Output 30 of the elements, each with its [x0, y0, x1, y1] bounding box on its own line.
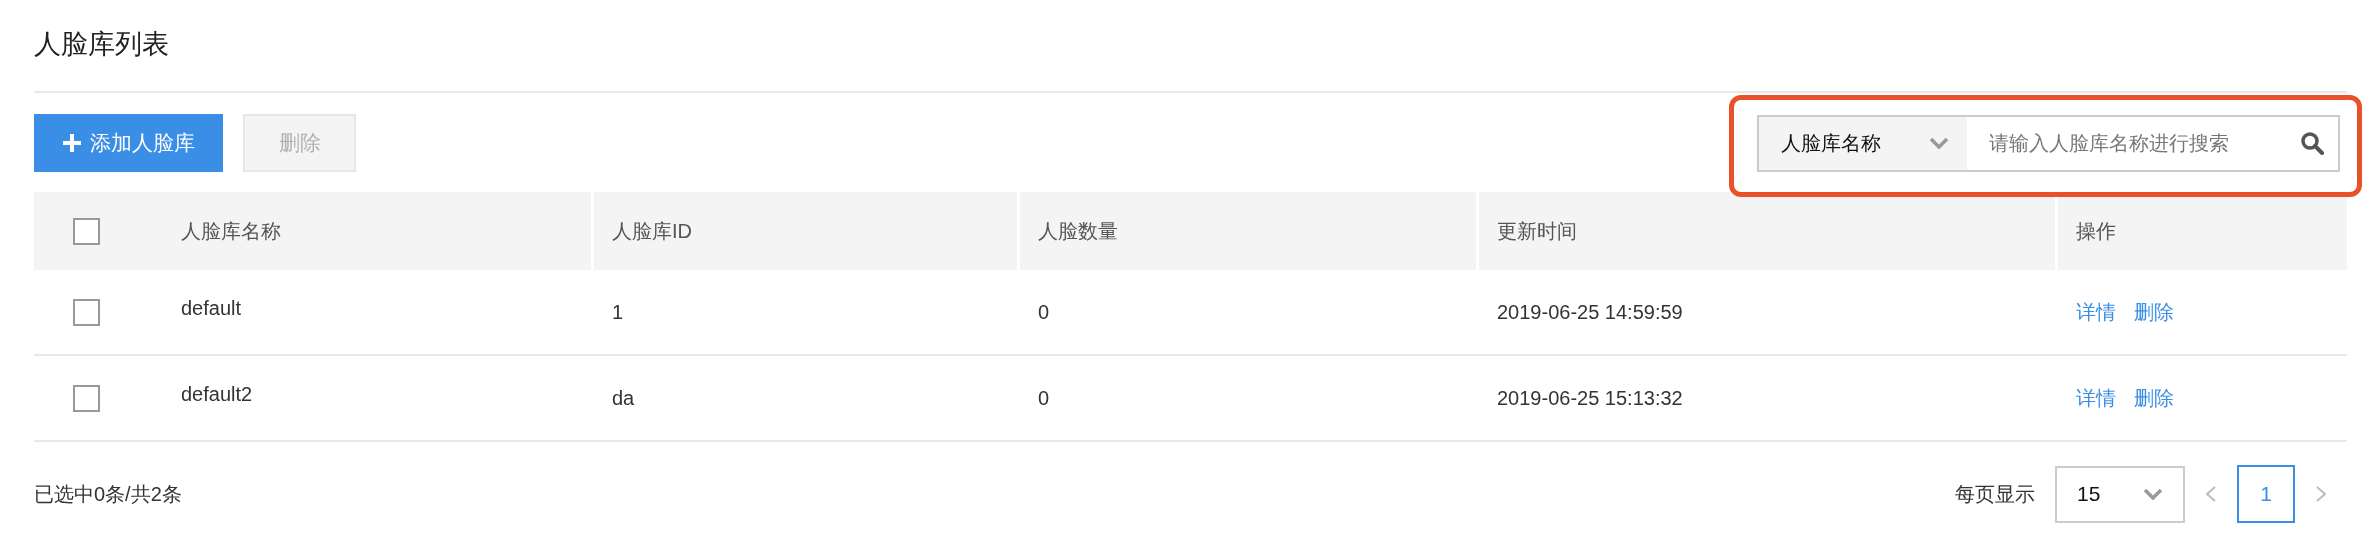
page-size-label: 每页显示: [1955, 481, 2035, 507]
action-link[interactable]: 详情: [2076, 298, 2116, 326]
column-header: 人脸库ID: [612, 218, 692, 244]
action-link[interactable]: 删除: [2134, 298, 2174, 326]
table-cell: da: [612, 386, 635, 410]
plus-icon: [62, 133, 82, 153]
page-button[interactable]: 1: [2237, 465, 2295, 523]
column-header: 操作: [2076, 218, 2116, 244]
checkbox[interactable]: [73, 217, 100, 245]
add-button[interactable]: 添加人脸库: [34, 114, 223, 172]
checkbox[interactable]: [73, 384, 100, 412]
table-cell: default: [181, 296, 242, 320]
prev-page-icon[interactable]: [2205, 484, 2217, 504]
selection-summary: 已选中0条/共2条: [34, 481, 182, 507]
table-cell: 2019-06-25 14:59:59: [1497, 300, 1683, 324]
column-header: 人脸库名称: [181, 218, 281, 244]
table-cell: 0: [1038, 300, 1050, 324]
page-size-select[interactable]: 15: [2055, 465, 2185, 523]
table-cell: 0: [1038, 386, 1050, 410]
table-cell: default2: [181, 382, 253, 406]
checkbox[interactable]: [73, 298, 100, 326]
table-cell: 1: [612, 300, 624, 324]
page-title: 人脸库列表: [34, 27, 169, 61]
chevron-down-icon: [2143, 488, 2163, 500]
action-link[interactable]: 详情: [2076, 384, 2116, 412]
column-header: 更新时间: [1497, 218, 1577, 244]
action-link[interactable]: 删除: [2134, 384, 2174, 412]
next-page-icon[interactable]: [2315, 484, 2327, 504]
column-header: 人脸数量: [1038, 218, 1118, 244]
table-cell: 2019-06-25 15:13:32: [1497, 386, 1683, 410]
